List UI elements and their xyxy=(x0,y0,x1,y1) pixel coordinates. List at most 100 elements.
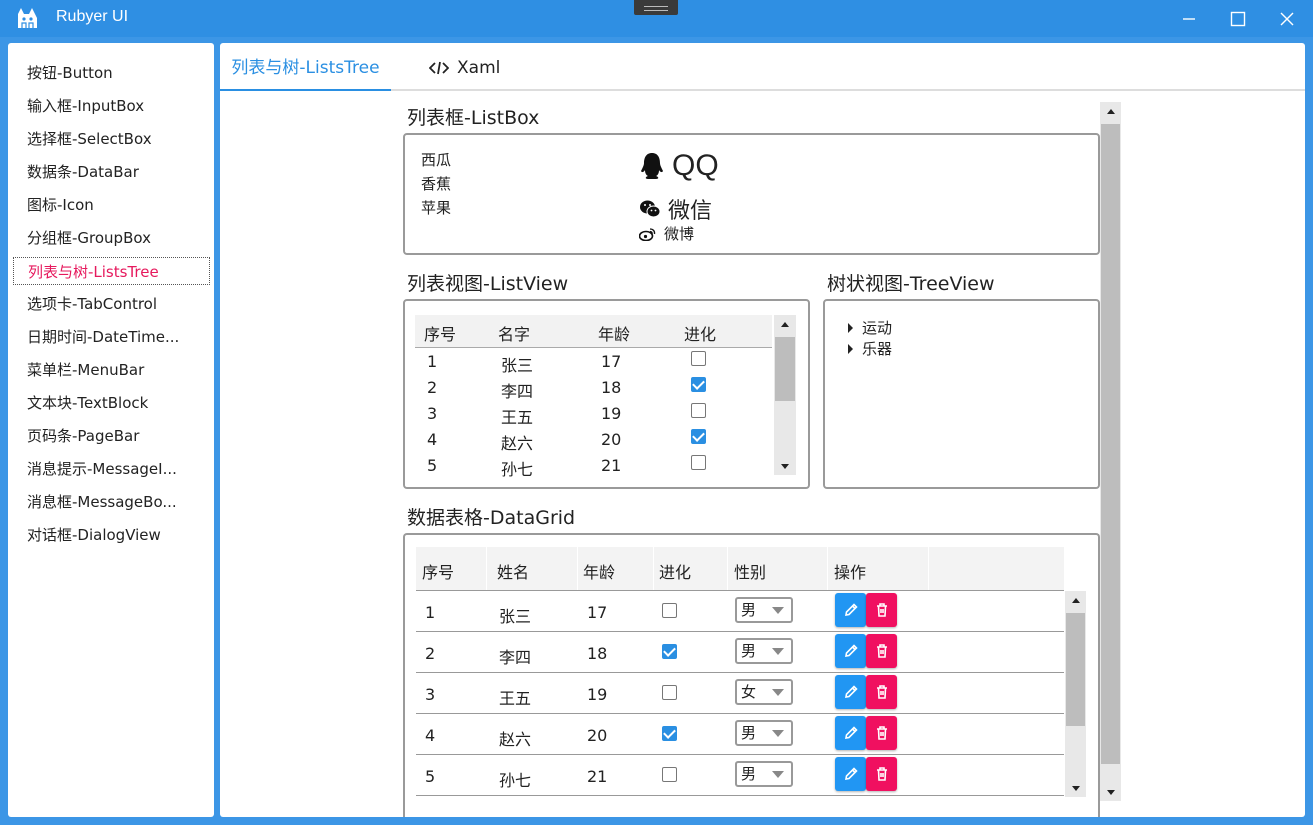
listview-cell-id: 3 xyxy=(427,404,438,423)
datagrid-header-evolved[interactable]: 进化 xyxy=(659,559,691,583)
listview-header-evolved[interactable]: 进化 xyxy=(684,321,716,345)
edit-button[interactable] xyxy=(835,634,866,668)
sidebar-item-selectbox[interactable]: 选择框-SelectBox xyxy=(13,125,210,153)
datagrid-checkbox[interactable] xyxy=(662,767,677,782)
weibo-label: 微博 xyxy=(664,225,695,243)
delete-button[interactable] xyxy=(866,716,897,750)
scroll-up-arrow-icon[interactable] xyxy=(1100,102,1121,120)
trash-icon xyxy=(876,644,887,658)
sidebar-item-textblock[interactable]: 文本块-TextBlock xyxy=(13,389,210,417)
delete-button[interactable] xyxy=(866,675,897,709)
close-button[interactable] xyxy=(1264,0,1310,37)
gender-select[interactable]: 男 xyxy=(735,638,793,664)
listbox-item-qq[interactable]: QQ xyxy=(639,149,719,183)
app-title: Rubyer UI xyxy=(56,8,129,25)
sidebar-item-pagebar[interactable]: 页码条-PageBar xyxy=(13,422,210,450)
tree-node-sports[interactable]: 运动 xyxy=(848,317,892,338)
sidebar-item-inputbox[interactable]: 输入框-InputBox xyxy=(13,92,210,120)
scroll-down-arrow-icon[interactable] xyxy=(1065,779,1086,797)
datagrid-checkbox[interactable] xyxy=(662,726,677,741)
title-bar[interactable]: Rubyer UI xyxy=(0,0,1313,37)
tab-xaml[interactable]: Xaml xyxy=(429,43,519,91)
gender-select-value: 男 xyxy=(741,724,757,742)
chevron-down-icon xyxy=(772,689,784,696)
listview-header-age[interactable]: 年龄 xyxy=(598,321,630,345)
cat-logo-icon xyxy=(18,8,37,28)
listview-checkbox[interactable] xyxy=(691,455,706,470)
datagrid-checkbox[interactable] xyxy=(662,603,677,618)
weibo-icon xyxy=(639,227,656,241)
scroll-up-arrow-icon[interactable] xyxy=(774,315,796,333)
listbox-item-apple[interactable]: 苹果 xyxy=(421,197,451,218)
datagrid-cell-name: 李四 xyxy=(499,648,532,667)
scroll-down-arrow-icon[interactable] xyxy=(1100,783,1121,801)
listview-checkbox[interactable] xyxy=(691,403,706,418)
listview-cell-age: 17 xyxy=(601,352,622,371)
listview-scrollbar[interactable] xyxy=(774,315,796,475)
gender-select[interactable]: 男 xyxy=(735,597,793,623)
listview-header-name[interactable]: 名字 xyxy=(498,321,530,345)
scroll-thumb[interactable] xyxy=(775,337,795,401)
gender-select-value: 男 xyxy=(741,601,757,619)
scroll-thumb[interactable] xyxy=(1066,613,1085,726)
maximize-button[interactable] xyxy=(1215,0,1261,37)
sidebar-item-liststree[interactable]: 列表与树-ListsTree xyxy=(13,257,210,285)
datagrid-checkbox[interactable] xyxy=(662,685,677,700)
drag-grip[interactable] xyxy=(634,0,678,15)
sidebar-item-messageinfo[interactable]: 消息提示-MessageI... xyxy=(13,455,210,483)
scroll-thumb[interactable] xyxy=(1101,124,1120,764)
pencil-icon xyxy=(844,685,858,698)
sidebar-item-dialogview[interactable]: 对话框-DialogView xyxy=(13,521,210,549)
edit-button[interactable] xyxy=(835,757,866,791)
datagrid-header-gender[interactable]: 性别 xyxy=(734,559,766,583)
expand-arrow-icon[interactable] xyxy=(848,343,853,354)
listbox-item-watermelon[interactable]: 西瓜 xyxy=(421,149,451,170)
datagrid-cell-age: 21 xyxy=(587,767,608,786)
listbox-item-wechat[interactable]: 微信 xyxy=(639,193,712,225)
sidebar-item-groupbox[interactable]: 分组框-GroupBox xyxy=(13,224,210,252)
listbox-item-weibo[interactable]: 微博 xyxy=(639,223,694,244)
sidebar-item-icon[interactable]: 图标-Icon xyxy=(13,191,210,219)
datagrid-header-id[interactable]: 序号 xyxy=(422,559,454,583)
datagrid-header-age[interactable]: 年龄 xyxy=(583,559,615,583)
gender-select[interactable]: 女 xyxy=(735,679,793,705)
edit-button[interactable] xyxy=(835,716,866,750)
sidebar-item-menubar[interactable]: 菜单栏-MenuBar xyxy=(13,356,210,384)
datagrid-scrollbar[interactable] xyxy=(1065,591,1086,797)
page-scrollbar[interactable] xyxy=(1100,102,1121,801)
gender-select[interactable]: 男 xyxy=(735,761,793,787)
datagrid-header-name[interactable]: 姓名 xyxy=(497,559,529,583)
listview-checkbox[interactable] xyxy=(691,351,706,366)
edit-button[interactable] xyxy=(835,675,866,709)
close-icon xyxy=(1280,12,1294,25)
treeview-title: 树状视图-TreeView xyxy=(827,273,995,295)
sidebar-item-databar[interactable]: 数据条-DataBar xyxy=(13,158,210,186)
sidebar-item-tabcontrol[interactable]: 选项卡-TabControl xyxy=(13,290,210,318)
code-icon xyxy=(429,61,449,75)
sidebar-item-button[interactable]: 按钮-Button xyxy=(13,59,210,87)
listbox-item-banana[interactable]: 香蕉 xyxy=(421,173,451,194)
listview-checkbox[interactable] xyxy=(691,429,706,444)
delete-button[interactable] xyxy=(866,593,897,627)
datagrid-checkbox[interactable] xyxy=(662,644,677,659)
scroll-up-arrow-icon[interactable] xyxy=(1065,591,1086,609)
listview-header: 序号 名字 年龄 进化 xyxy=(415,315,772,348)
listview-checkbox[interactable] xyxy=(691,377,706,392)
tab-liststree[interactable]: 列表与树-ListsTree xyxy=(220,43,391,91)
datagrid-header-actions[interactable]: 操作 xyxy=(834,559,866,583)
sidebar-item-datetime[interactable]: 日期时间-DateTime... xyxy=(13,323,210,351)
minimize-button[interactable] xyxy=(1166,0,1212,37)
expand-arrow-icon[interactable] xyxy=(848,322,853,333)
tree-node-instruments[interactable]: 乐器 xyxy=(848,338,892,359)
qq-icon xyxy=(641,153,663,179)
listview-header-id[interactable]: 序号 xyxy=(424,321,456,345)
tree-node-label: 运动 xyxy=(862,319,893,337)
edit-button[interactable] xyxy=(835,593,866,627)
sidebar-item-messagebox[interactable]: 消息框-MessageBo... xyxy=(13,488,210,516)
delete-button[interactable] xyxy=(866,634,897,668)
trash-icon xyxy=(876,726,887,740)
pencil-icon xyxy=(844,726,858,739)
gender-select[interactable]: 男 xyxy=(735,720,793,746)
delete-button[interactable] xyxy=(866,757,897,791)
scroll-down-arrow-icon[interactable] xyxy=(774,457,796,475)
